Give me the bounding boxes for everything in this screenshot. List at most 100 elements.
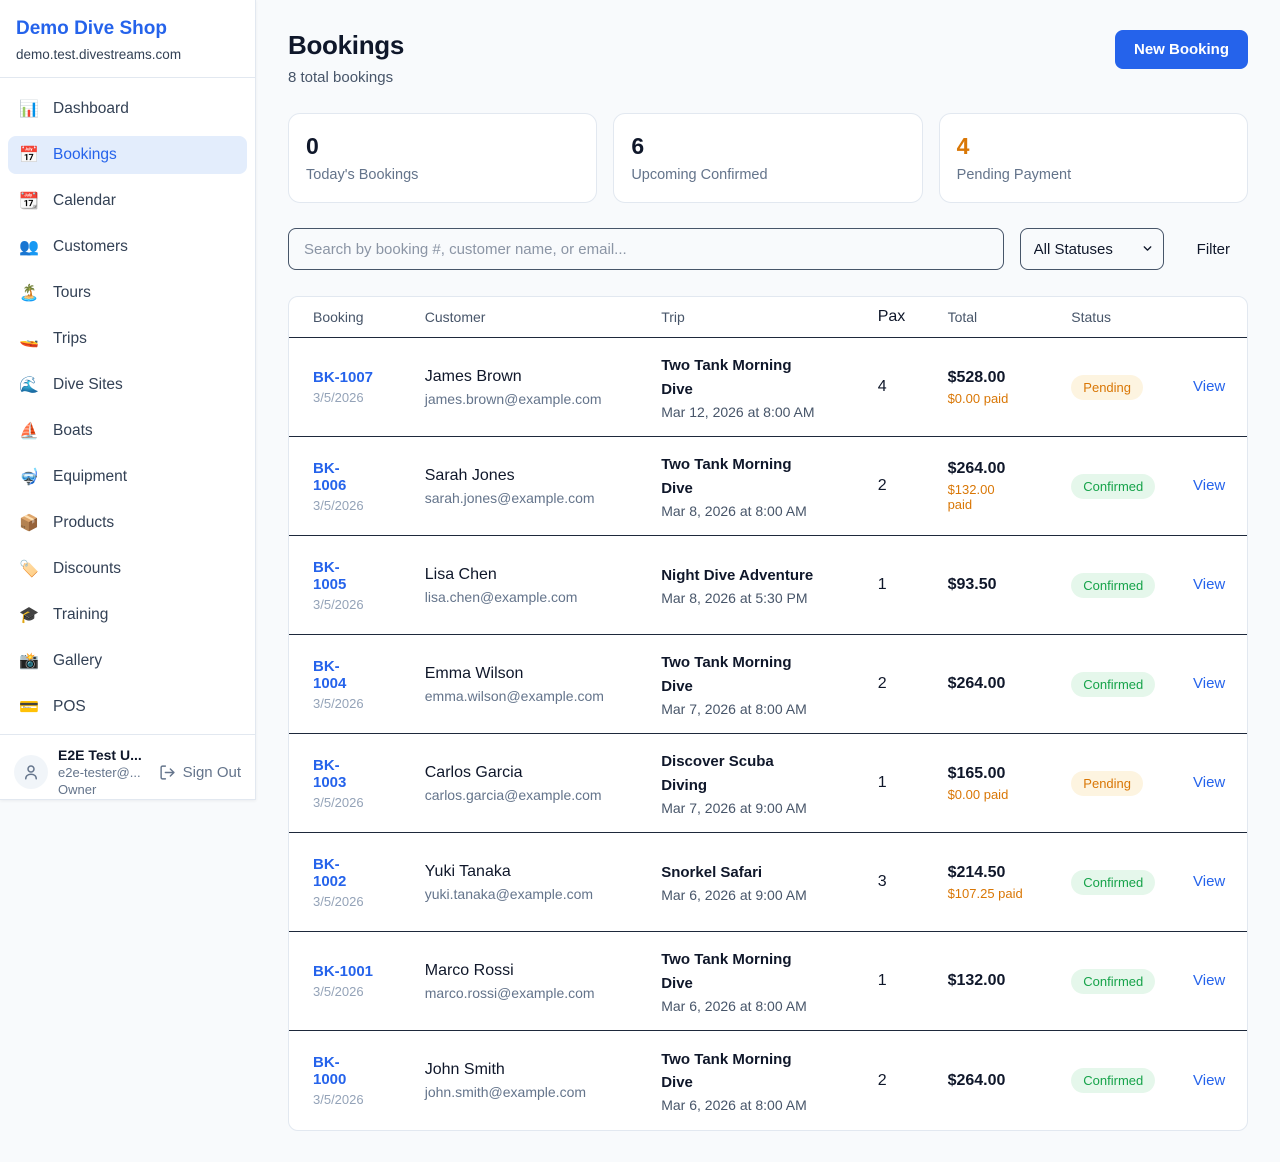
stat-label: Pending Payment <box>957 167 1230 183</box>
view-link[interactable]: View <box>1193 972 1225 989</box>
total-amount: $264.00 <box>948 1072 1072 1090</box>
booking-id-link[interactable]: BK-1002 <box>313 856 349 890</box>
sidebar-item-customers[interactable]: 👥 Customers <box>8 228 247 266</box>
trip-datetime: Mar 6, 2026 at 9:00 AM <box>661 887 841 903</box>
customer-name: Carlos Garcia <box>425 764 661 782</box>
stat-value: 6 <box>631 133 904 160</box>
page-title: Bookings <box>288 30 404 61</box>
tours-island-icon: 🏝️ <box>18 283 40 303</box>
sidebar-item-bookings[interactable]: 📅 Bookings <box>8 136 247 174</box>
trip-datetime: Mar 7, 2026 at 9:00 AM <box>661 800 841 816</box>
status-badge: Pending <box>1071 375 1143 400</box>
sidebar-item-calendar[interactable]: 📆 Calendar <box>8 182 247 220</box>
table-header: Booking Customer Trip Pax Total Status <box>289 297 1247 338</box>
equipment-mask-icon: 🤿 <box>18 467 40 487</box>
customer-email: marco.rossi@example.com <box>425 985 661 1001</box>
sidebar-item-pos[interactable]: 💳 POS <box>8 688 247 726</box>
status-filter-select[interactable]: All Statuses <box>1020 228 1164 270</box>
view-link[interactable]: View <box>1193 873 1225 890</box>
column-header-customer: Customer <box>425 309 661 325</box>
trips-boat-icon: 🚤 <box>18 329 40 349</box>
booking-date: 3/5/2026 <box>313 597 425 612</box>
stat-value: 0 <box>306 133 579 160</box>
trip-name: Night Dive Adventure <box>661 564 821 587</box>
boats-sailboat-icon: ⛵ <box>18 421 40 441</box>
training-cap-icon: 🎓 <box>18 605 40 625</box>
trip-name: Two Tank Morning Dive <box>661 453 821 500</box>
booking-id-link[interactable]: BK-1001 <box>313 963 425 980</box>
total-amount: $528.00 <box>948 369 1072 387</box>
pos-card-icon: 💳 <box>18 697 40 717</box>
new-booking-button[interactable]: New Booking <box>1115 30 1248 69</box>
view-link[interactable]: View <box>1193 378 1225 395</box>
pax-count: 1 <box>878 576 948 594</box>
pax-count: 1 <box>878 774 948 792</box>
trip-datetime: Mar 8, 2026 at 8:00 AM <box>661 503 841 519</box>
sidebar-item-training[interactable]: 🎓 Training <box>8 596 247 634</box>
sidebar-item-tours[interactable]: 🏝️ Tours <box>8 274 247 312</box>
pax-count: 3 <box>878 873 948 891</box>
bookings-calendar-icon: 📅 <box>18 145 40 165</box>
sidebar-item-dive-sites[interactable]: 🌊 Dive Sites <box>8 366 247 404</box>
view-link[interactable]: View <box>1193 576 1225 593</box>
total-amount: $93.50 <box>948 576 1072 594</box>
customer-email: sarah.jones@example.com <box>425 490 661 506</box>
dashboard-chart-icon: 📊 <box>18 99 40 119</box>
user-icon <box>22 763 40 781</box>
status-badge: Confirmed <box>1071 1068 1155 1093</box>
paid-amount: $107.25 paid <box>948 886 1038 901</box>
sidebar-item-discounts[interactable]: 🏷️ Discounts <box>8 550 247 588</box>
booking-date: 3/5/2026 <box>313 795 425 810</box>
column-header-booking: Booking <box>313 309 425 325</box>
view-link[interactable]: View <box>1193 774 1225 791</box>
table-row: BK-1004 3/5/2026 Emma Wilson emma.wilson… <box>289 635 1247 734</box>
view-link[interactable]: View <box>1193 675 1225 692</box>
sign-out-label: Sign Out <box>183 764 241 781</box>
sidebar-item-trips[interactable]: 🚤 Trips <box>8 320 247 358</box>
booking-date: 3/5/2026 <box>313 390 425 405</box>
table-body: BK-1007 3/5/2026 James Brown james.brown… <box>289 338 1247 1130</box>
pax-count: 2 <box>878 675 948 693</box>
trip-name: Two Tank Morning Dive <box>661 651 821 698</box>
user-email: e2e-tester@... <box>58 765 149 780</box>
trip-name: Two Tank Morning Dive <box>661 354 821 401</box>
booking-id-link[interactable]: BK-1007 <box>313 369 425 386</box>
booking-id-link[interactable]: BK-1000 <box>313 1054 349 1088</box>
user-meta: E2E Test U... e2e-tester@... Owner <box>58 747 149 797</box>
status-badge: Confirmed <box>1071 672 1155 697</box>
customer-email: yuki.tanaka@example.com <box>425 886 661 902</box>
customer-name: Sarah Jones <box>425 467 661 485</box>
sidebar-item-products[interactable]: 📦 Products <box>8 504 247 542</box>
sign-out-button[interactable]: Sign Out <box>159 764 241 781</box>
total-amount: $214.50 <box>948 864 1072 882</box>
status-badge: Confirmed <box>1071 474 1155 499</box>
user-name: E2E Test U... <box>58 747 149 763</box>
sidebar-item-equipment[interactable]: 🤿 Equipment <box>8 458 247 496</box>
customer-name: James Brown <box>425 368 661 386</box>
trip-datetime: Mar 6, 2026 at 8:00 AM <box>661 998 841 1014</box>
sidebar-item-boats[interactable]: ⛵ Boats <box>8 412 247 450</box>
search-input[interactable] <box>288 228 1004 270</box>
booking-id-link[interactable]: BK-1004 <box>313 658 349 692</box>
discounts-tag-icon: 🏷️ <box>18 559 40 579</box>
stat-label: Upcoming Confirmed <box>631 167 904 183</box>
booking-id-link[interactable]: BK-1006 <box>313 460 349 494</box>
brand-name: Demo Dive Shop <box>16 18 239 40</box>
sidebar-item-dashboard[interactable]: 📊 Dashboard <box>8 90 247 128</box>
view-link[interactable]: View <box>1193 1072 1225 1089</box>
stats-row: 0 Today's Bookings 6 Upcoming Confirmed … <box>288 113 1248 203</box>
filter-button[interactable]: Filter <box>1197 241 1230 258</box>
customers-people-icon: 👥 <box>18 237 40 257</box>
customer-name: Marco Rossi <box>425 962 661 980</box>
customer-email: james.brown@example.com <box>425 391 661 407</box>
customer-email: emma.wilson@example.com <box>425 688 661 704</box>
table-row: BK-1000 3/5/2026 John Smith john.smith@e… <box>289 1031 1247 1130</box>
products-package-icon: 📦 <box>18 513 40 533</box>
sidebar-item-gallery[interactable]: 📸 Gallery <box>8 642 247 680</box>
customer-name: Yuki Tanaka <box>425 863 661 881</box>
customer-name: Emma Wilson <box>425 665 661 683</box>
booking-id-link[interactable]: BK-1005 <box>313 559 349 593</box>
booking-id-link[interactable]: BK-1003 <box>313 757 349 791</box>
total-amount: $132.00 <box>948 972 1072 990</box>
view-link[interactable]: View <box>1193 477 1225 494</box>
